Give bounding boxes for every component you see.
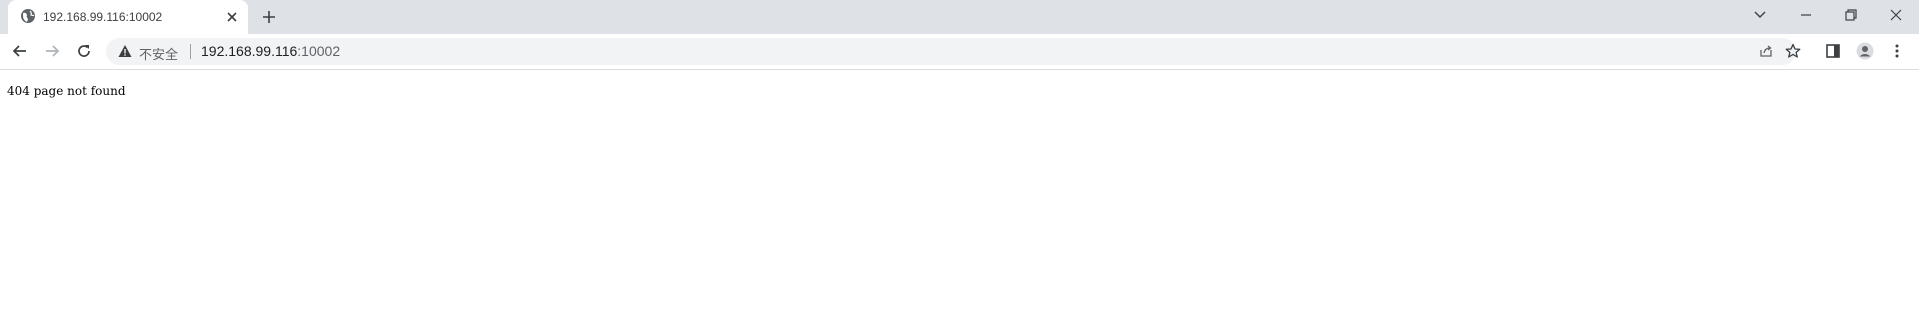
security-label[interactable]: 不安全 xyxy=(139,44,178,63)
tab-strip: 192.168.99.116:10002 xyxy=(0,0,1919,34)
forward-arrow-icon[interactable] xyxy=(43,42,61,60)
minimize-icon[interactable] xyxy=(1797,6,1815,24)
tab-search-icon[interactable] xyxy=(1751,6,1769,24)
warning-icon[interactable] xyxy=(118,44,132,58)
restore-icon[interactable] xyxy=(1842,6,1860,24)
close-icon[interactable] xyxy=(224,9,240,25)
bookmark-star-icon[interactable] xyxy=(1785,43,1801,59)
divider xyxy=(190,44,191,59)
share-icon[interactable] xyxy=(1758,43,1774,59)
back-arrow-icon[interactable] xyxy=(11,42,29,60)
url-text[interactable]: 192.168.99.116:10002 xyxy=(201,43,340,59)
page-content: 404 page not found xyxy=(0,70,1919,329)
reload-icon[interactable] xyxy=(75,42,93,60)
close-window-icon[interactable] xyxy=(1887,6,1905,24)
new-tab-icon[interactable] xyxy=(260,8,278,26)
profile-avatar-icon[interactable] xyxy=(1856,42,1874,60)
side-panel-icon[interactable] xyxy=(1824,42,1842,60)
url-host: 192.168.99.116 xyxy=(201,43,298,59)
more-menu-icon[interactable] xyxy=(1888,42,1906,60)
tab-title: 192.168.99.116:10002 xyxy=(43,10,163,24)
browser-toolbar: 不安全 192.168.99.116:10002 xyxy=(0,34,1919,70)
page-message: 404 page not found xyxy=(7,84,126,98)
globe-icon xyxy=(21,9,35,23)
url-port: :10002 xyxy=(297,43,341,59)
tab-active[interactable]: 192.168.99.116:10002 xyxy=(8,0,248,34)
address-bar[interactable]: 不安全 192.168.99.116:10002 xyxy=(106,38,1801,65)
